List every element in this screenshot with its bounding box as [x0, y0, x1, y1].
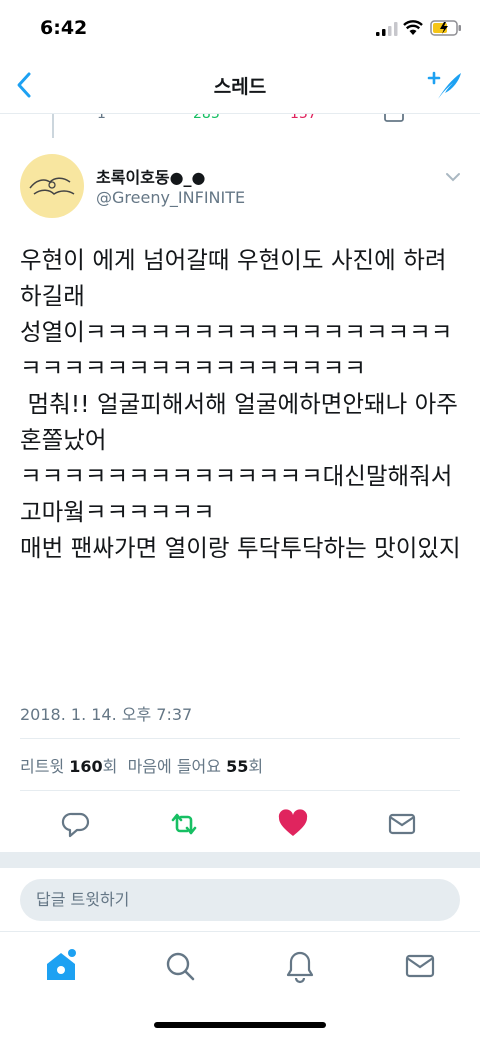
previous-reply-count[interactable]: 1	[97, 114, 106, 122]
chevron-down-icon[interactable]	[444, 170, 462, 184]
cellular-signal-icon	[376, 22, 398, 36]
like-stat-suffix: 회	[248, 757, 264, 776]
avatar-drawing	[29, 177, 75, 195]
search-icon[interactable]	[160, 946, 200, 986]
author-handle[interactable]: @Greeny_INFINITE	[96, 188, 245, 207]
home-indicator[interactable]	[154, 1022, 326, 1028]
previous-retweet-count[interactable]: 283	[193, 114, 220, 122]
tweet-text: 우현이 에게 넘어갈때 우현이도 사진에 하려하길래 성열이ㅋㅋㅋㅋㅋㅋㅋㅋㅋㅋ…	[20, 246, 461, 562]
tweet-actions	[0, 806, 480, 842]
status-time: 6:42	[40, 17, 88, 39]
previous-tweet-actions: 1 283 137	[0, 114, 480, 130]
previous-like-count[interactable]: 137	[290, 114, 317, 122]
author-name[interactable]: 초록이호동●_●	[96, 164, 206, 188]
messages-icon[interactable]	[400, 946, 440, 986]
avatar[interactable]	[20, 154, 84, 218]
compose-tweet-icon[interactable]	[426, 67, 464, 103]
message-icon[interactable]	[384, 806, 420, 842]
retweet-stat-label[interactable]: 리트윗	[20, 757, 64, 776]
tweet-date: 2018. 1. 14. 오후 7:37	[20, 705, 193, 724]
section-separator	[0, 852, 480, 868]
tab-bar	[0, 931, 480, 999]
retweet-stat-count[interactable]: 160	[69, 757, 102, 776]
tweet-stats: 리트윗 160회 마음에 들어요 55회	[20, 753, 263, 777]
retweet-stat-suffix: 회	[102, 757, 118, 776]
heart-icon[interactable]	[275, 806, 311, 842]
battery-icon	[430, 20, 461, 36]
reply-icon[interactable]	[58, 806, 94, 842]
wifi-icon	[403, 20, 423, 35]
retweet-icon[interactable]	[166, 806, 202, 842]
like-stat-count[interactable]: 55	[226, 757, 248, 776]
like-stat-label[interactable]: 마음에 들어요	[128, 757, 221, 776]
home-icon[interactable]	[41, 946, 81, 986]
previous-message-icon[interactable]	[384, 114, 404, 128]
nav-bar: 스레드	[0, 58, 480, 114]
divider	[20, 790, 460, 791]
notifications-icon[interactable]	[280, 946, 320, 986]
page-title: 스레드	[213, 76, 267, 98]
divider	[20, 738, 460, 739]
status-bar: 6:42	[0, 0, 480, 58]
reply-input[interactable]: 답글 트윗하기	[20, 879, 460, 921]
